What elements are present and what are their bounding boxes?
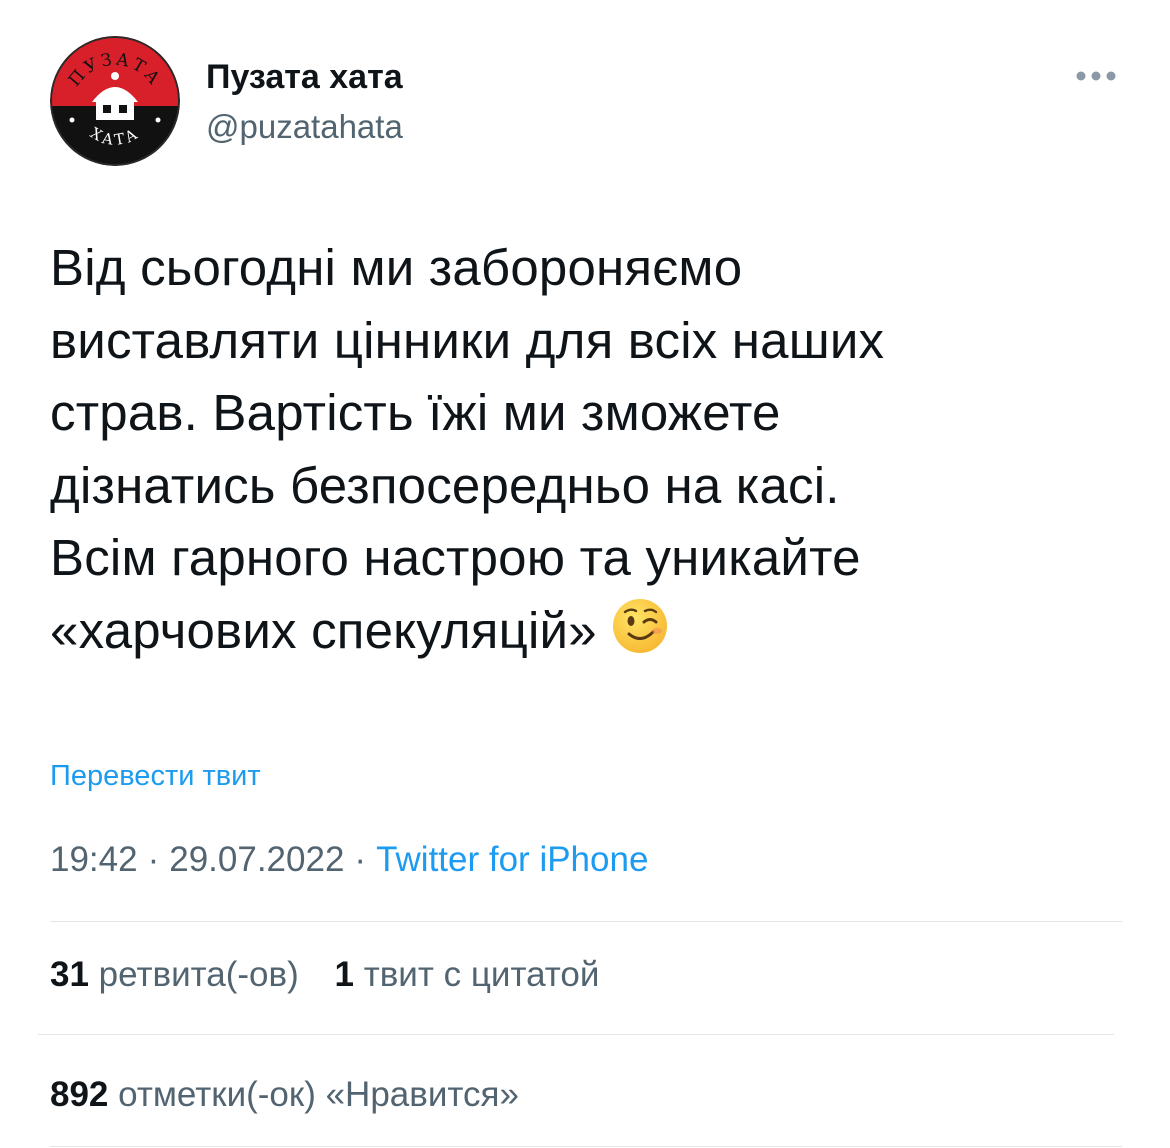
quotes-label: твит с цитатой <box>363 955 600 994</box>
meta-separator: · <box>354 840 367 879</box>
engagement-stats-row: 31 ретвита(-ов) 1 твит с цитатой <box>50 955 599 995</box>
likes-count: 892 <box>50 1075 109 1114</box>
retweets-label: ретвита(-ов) <box>98 955 299 994</box>
author-name[interactable]: Пузата хата <box>206 58 403 97</box>
divider <box>50 1146 1122 1147</box>
puzata-hata-logo: ПУЗАТА ХАТА <box>50 36 180 166</box>
tweet-line-last: «харчових спекуляцій» <box>50 595 1130 668</box>
retweets-stat[interactable]: 31 ретвита(-ов) <box>50 955 299 994</box>
tweet-line: Від сьогодні ми забороняємо <box>50 239 743 296</box>
likes-label: отметки(-ок) «Нравится» <box>118 1075 519 1114</box>
quotes-stat[interactable]: 1 твит с цитатой <box>334 955 599 994</box>
winking-face-emoji-icon <box>611 597 669 655</box>
tweet-line: «харчових спекуляцій» <box>50 601 597 659</box>
tweet-source-link[interactable]: Twitter for iPhone <box>376 840 648 879</box>
more-horizontal-icon <box>1075 70 1117 82</box>
tweet-line: виставляти цінники для всіх наших <box>50 311 885 369</box>
tweet-meta: 19:42 · 29.07.2022 · Twitter for iPhone <box>50 840 648 880</box>
translate-tweet-link[interactable]: Перевести твит <box>50 760 261 793</box>
retweets-count: 31 <box>50 955 89 994</box>
tweet-line: Всім гарного настрою та уникайте <box>50 529 861 587</box>
avatar[interactable]: ПУЗАТА ХАТА <box>50 36 180 166</box>
tweet-date[interactable]: 29.07.2022 <box>169 840 344 879</box>
likes-stat[interactable]: 892 отметки(-ок) «Нравится» <box>50 1075 519 1114</box>
tweet-detail: ПУЗАТА ХАТА Пузата хата @puzatahata Від … <box>0 0 1170 1148</box>
likes-stats-row: 892 отметки(-ок) «Нравится» <box>50 1075 519 1115</box>
meta-separator: · <box>147 840 160 879</box>
tweet-time[interactable]: 19:42 <box>50 840 138 879</box>
divider <box>50 921 1122 922</box>
more-button[interactable] <box>1066 56 1126 96</box>
quotes-count: 1 <box>334 955 354 994</box>
tweet-text: Від сьогодні ми забороняємо виставляти ц… <box>50 232 1130 668</box>
author-handle[interactable]: @puzatahata <box>206 108 403 146</box>
tweet-line: дізнатись безпосередньо на касі. <box>50 456 840 514</box>
tweet-line: страв. Вартість їжі ми зможете <box>50 384 781 442</box>
divider <box>38 1034 1114 1035</box>
